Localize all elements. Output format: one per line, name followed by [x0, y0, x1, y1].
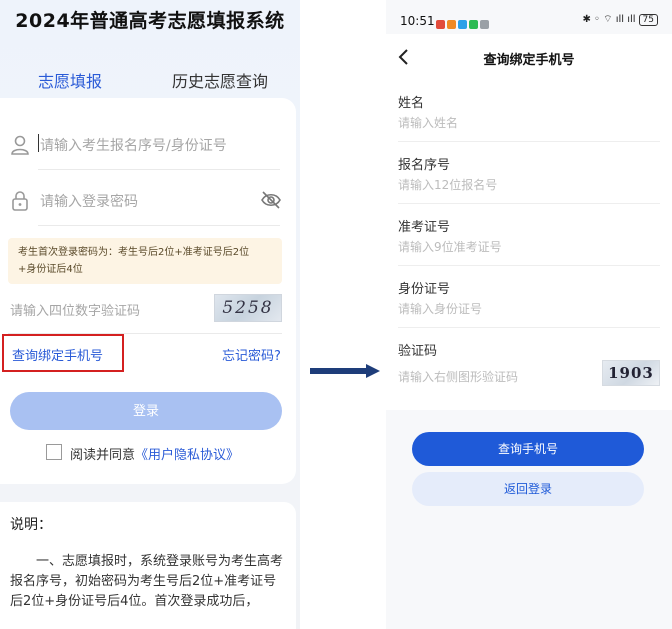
app-notification-icon: [469, 20, 478, 29]
query-phone-button[interactable]: 查询手机号: [412, 432, 644, 466]
field-label: 姓名: [398, 96, 425, 111]
username-placeholder: 请输入考生报名序号/身份证号: [40, 138, 227, 154]
tab-application[interactable]: 志愿填报: [38, 68, 102, 92]
login-screen: 2024年普通高考志愿填报系统 志愿填报 历史志愿查询 请输入考生报名序号/身份…: [0, 0, 300, 629]
tab-history-query[interactable]: 历史志愿查询: [172, 68, 268, 92]
notice-line: 考生首次登录密码为：考生号后2位+准考证号后2位: [18, 247, 250, 258]
id-number-input[interactable]: 请输入身份证号: [398, 300, 482, 317]
verification-code-input[interactable]: 请输入右侧图形验证码: [398, 368, 518, 385]
password-notice: 考生首次登录密码为：考生号后2位+准考证号后2位 +身份证后4位: [8, 238, 282, 284]
captcha-placeholder: 请输入四位数字验证码: [10, 304, 141, 319]
field-label: 身份证号: [398, 282, 451, 297]
app-notification-icon: [436, 20, 445, 29]
notification-icons: [436, 14, 491, 29]
back-to-login-button[interactable]: 返回登录: [412, 472, 644, 506]
system-indicators: ✱ ◦ ⌔ ıll ıll 75: [582, 13, 658, 26]
battery-icon: 75: [638, 14, 658, 26]
explanation-title: 说明：: [10, 517, 52, 533]
app-notification-icon: [447, 20, 456, 29]
field-label: 验证码: [398, 344, 438, 359]
registration-number-field[interactable]: 报名序号 请输入12位报名号: [386, 142, 672, 204]
hide-password-icon[interactable]: [260, 190, 282, 210]
explanation-section: 说明： 一、志愿填报时，系统登录账号为考生高考报名序号，初始密码为考生号后2位+…: [0, 502, 296, 629]
notice-line: +身份证后4位: [18, 264, 83, 275]
right-arrow-icon: [310, 364, 380, 378]
query-phone-screen: 10:51 ✱ ◦ ⌔ ıll ıll 75 查询绑定手机号 姓名 请输入姓名 报…: [386, 0, 672, 629]
captcha-image[interactable]: 1903: [602, 360, 660, 386]
captcha-image[interactable]: 5258: [214, 294, 282, 322]
signal-icons: ✱ ◦ ⌔ ıll ıll: [582, 14, 636, 25]
login-button[interactable]: 登录: [10, 392, 282, 430]
divider: [38, 169, 280, 170]
privacy-agreement-link[interactable]: 《用户隐私协议》: [135, 448, 239, 463]
captcha-field[interactable]: 请输入四位数字验证码 5258: [0, 288, 296, 334]
nav-bar: 查询绑定手机号: [386, 34, 672, 80]
link-row: 查询绑定手机号 忘记密码?: [0, 334, 296, 374]
admission-ticket-input[interactable]: 请输入9位准考证号: [398, 238, 502, 255]
field-label: 准考证号: [398, 220, 451, 235]
status-bar: 10:51 ✱ ◦ ⌔ ıll ıll 75: [386, 0, 672, 34]
lock-icon: [12, 191, 28, 211]
name-input[interactable]: 请输入姓名: [398, 114, 458, 131]
login-card: 请输入考生报名序号/身份证号 请输入登录密码 考生首次登录密码为：考生号后2位+…: [0, 98, 296, 484]
field-label: 报名序号: [398, 158, 451, 173]
explanation-body: 一、志愿填报时，系统登录账号为考生高考报名序号，初始密码为考生号后2位+准考证号…: [10, 554, 284, 609]
admission-ticket-field[interactable]: 准考证号 请输入9位准考证号: [386, 204, 672, 266]
app-notification-icon: [480, 20, 489, 29]
divider: [38, 225, 280, 226]
status-time: 10:51: [400, 14, 435, 28]
password-placeholder: 请输入登录密码: [40, 194, 138, 210]
system-title: 2024年普通高考志愿填报系统: [15, 10, 285, 32]
name-field[interactable]: 姓名 请输入姓名: [386, 80, 672, 142]
agreement-text: 阅读并同意《用户隐私协议》: [70, 444, 239, 463]
registration-number-input[interactable]: 请输入12位报名号: [398, 176, 497, 193]
app-notification-icon: [458, 20, 467, 29]
agree-checkbox[interactable]: [46, 444, 62, 460]
id-number-field[interactable]: 身份证号 请输入身份证号: [386, 266, 672, 328]
text-caret: [38, 134, 39, 152]
user-icon: [11, 135, 29, 155]
agree-prefix: 阅读并同意: [70, 448, 136, 463]
query-bound-phone-link[interactable]: 查询绑定手机号: [2, 334, 124, 372]
forgot-password-link[interactable]: 忘记密码?: [222, 345, 281, 364]
username-field[interactable]: 请输入考生报名序号/身份证号: [0, 120, 296, 170]
query-form: 姓名 请输入姓名 报名序号 请输入12位报名号 准考证号 请输入9位准考证号 身…: [386, 80, 672, 410]
password-field[interactable]: 请输入登录密码: [0, 176, 296, 226]
page-title: 查询绑定手机号: [483, 53, 575, 68]
